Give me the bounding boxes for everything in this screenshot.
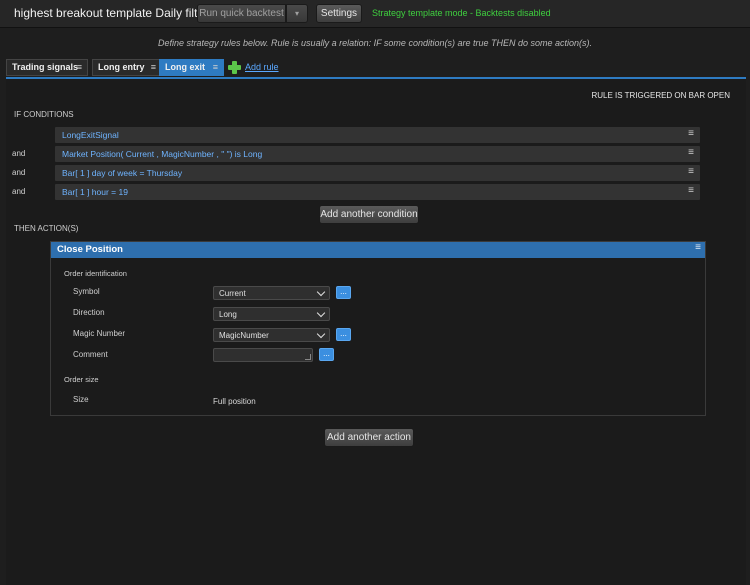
tab-label: Long exit <box>165 62 205 72</box>
symbol-more-button[interactable]: ... <box>336 286 351 299</box>
condition-prefix: and <box>12 149 26 158</box>
symbol-value: Current <box>219 289 246 298</box>
chevron-down-icon <box>316 308 326 318</box>
condition-prefix: and <box>12 187 26 196</box>
action-close-position: Close Position ≡ Order identification Sy… <box>50 241 706 416</box>
condition-box[interactable]: LongExitSignal ≡ <box>55 127 700 143</box>
chevron-down-icon <box>316 287 326 297</box>
comment-more-button[interactable]: ... <box>319 348 334 361</box>
magic-number-more-button[interactable]: ... <box>336 328 351 341</box>
condition-menu-icon[interactable]: ≡ <box>688 147 694 158</box>
mode-status-text: Strategy template mode - Backtests disab… <box>372 8 551 18</box>
add-action-button[interactable]: Add another action <box>324 428 414 447</box>
plus-icon[interactable] <box>228 61 241 74</box>
order-identification-label: Order identification <box>64 269 127 278</box>
magic-number-label: Magic Number <box>73 329 126 338</box>
symbol-select[interactable]: Current <box>213 286 330 300</box>
action-menu-icon[interactable]: ≡ <box>695 242 701 253</box>
if-conditions-label: IF CONDITIONS <box>14 110 74 119</box>
settings-button[interactable]: Settings <box>316 4 362 23</box>
condition-row: LongExitSignal ≡ <box>6 127 746 143</box>
action-header[interactable]: Close Position ≡ <box>51 242 705 258</box>
condition-row: and Market Position( Current , MagicNumb… <box>6 146 746 162</box>
symbol-label: Symbol <box>73 287 100 296</box>
add-rule-label[interactable]: Add rule <box>245 62 279 72</box>
condition-text[interactable]: Bar[ 1 ] day of week = Thursday <box>62 168 182 178</box>
help-text: Define strategy rules below. Rule is usu… <box>157 38 593 48</box>
condition-box[interactable]: Market Position( Current , MagicNumber ,… <box>55 146 700 162</box>
size-label: Size <box>73 395 89 404</box>
condition-menu-icon[interactable]: ≡ <box>688 128 694 139</box>
magic-number-select[interactable]: MagicNumber <box>213 328 330 342</box>
tab-trading-signals[interactable]: Trading signals ≡ <box>6 59 88 76</box>
condition-text[interactable]: Bar[ 1 ] hour = 19 <box>62 187 128 197</box>
condition-prefix: and <box>12 168 26 177</box>
condition-text[interactable]: Market Position( Current , MagicNumber ,… <box>62 149 262 159</box>
magic-number-value: MagicNumber <box>219 331 269 340</box>
tab-label: Trading signals <box>12 62 79 72</box>
run-backtest-dropdown-button[interactable]: ▾ <box>286 4 308 23</box>
condition-menu-icon[interactable]: ≡ <box>688 185 694 196</box>
size-value: Full position <box>213 397 256 406</box>
condition-box[interactable]: Bar[ 1 ] day of week = Thursday ≡ <box>55 165 700 181</box>
comment-label: Comment <box>73 350 108 359</box>
tab-label: Long entry <box>98 62 145 72</box>
action-title: Close Position <box>57 244 123 255</box>
tab-long-entry[interactable]: Long entry ≡ <box>92 59 162 76</box>
direction-select[interactable]: Long <box>213 307 330 321</box>
tab-menu-icon[interactable]: ≡ <box>151 60 156 75</box>
run-quick-backtest-button[interactable]: Run quick backtest <box>197 4 286 23</box>
header-bar: highest breakout template Daily filter R… <box>0 0 750 28</box>
condition-text[interactable]: LongExitSignal <box>62 130 119 140</box>
trigger-text: RULE IS TRIGGERED ON BAR OPEN <box>591 91 730 100</box>
order-size-label: Order size <box>64 375 99 384</box>
direction-value: Long <box>219 310 237 319</box>
add-condition-button[interactable]: Add another condition <box>319 205 419 224</box>
tab-long-exit[interactable]: Long exit ≡ <box>159 59 224 76</box>
resize-grip-icon[interactable] <box>305 354 311 360</box>
tab-menu-icon[interactable]: ≡ <box>213 60 218 75</box>
chevron-down-icon <box>316 329 326 339</box>
strategy-title: highest breakout template Daily filter <box>14 6 209 20</box>
condition-menu-icon[interactable]: ≡ <box>688 166 694 177</box>
strategy-editor: highest breakout template Daily filter R… <box>0 0 750 585</box>
condition-row: and Bar[ 1 ] day of week = Thursday ≡ <box>6 165 746 181</box>
condition-box[interactable]: Bar[ 1 ] hour = 19 ≡ <box>55 184 700 200</box>
direction-label: Direction <box>73 308 105 317</box>
condition-row: and Bar[ 1 ] hour = 19 ≡ <box>6 184 746 200</box>
rule-panel: RULE IS TRIGGERED ON BAR OPEN IF CONDITI… <box>6 77 746 585</box>
then-actions-label: THEN ACTION(S) <box>14 224 79 233</box>
comment-input[interactable] <box>213 348 313 362</box>
tab-menu-icon[interactable]: ≡ <box>77 60 82 75</box>
